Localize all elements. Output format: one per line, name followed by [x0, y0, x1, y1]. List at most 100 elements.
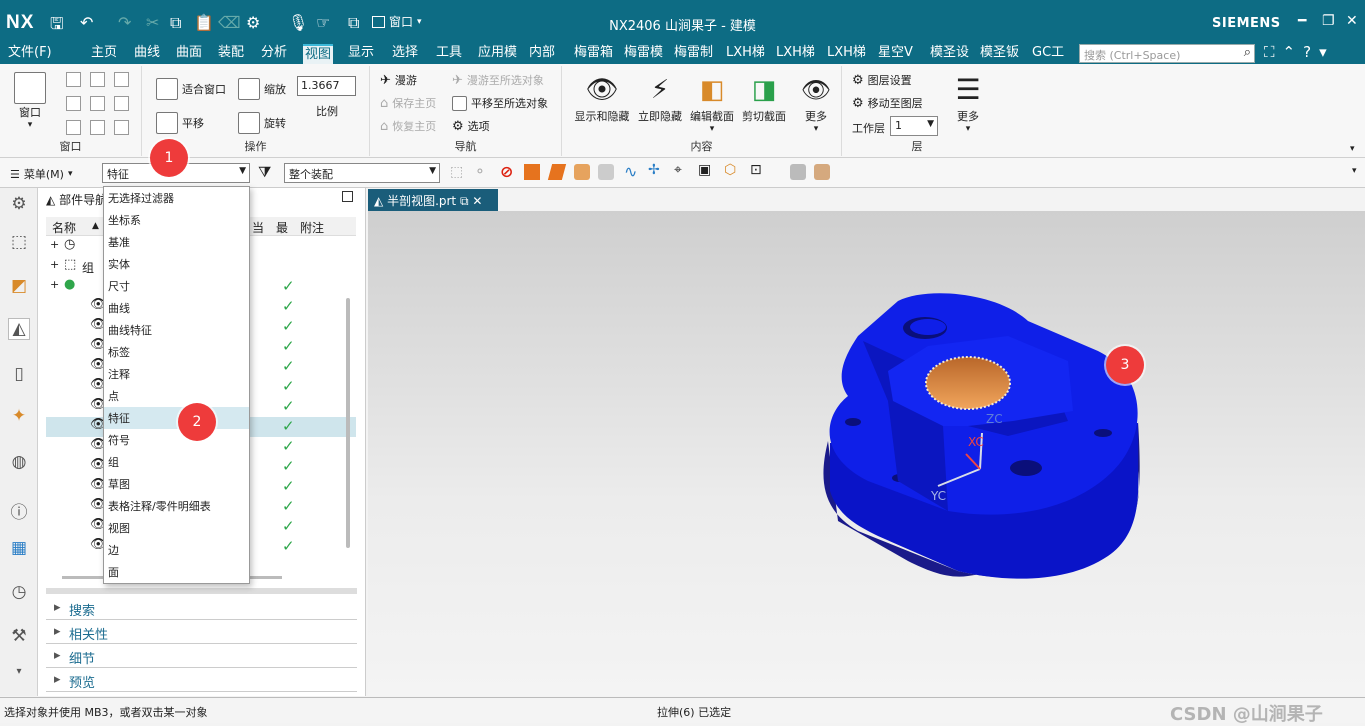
curve-filter-icon[interactable]: ∿	[624, 162, 637, 181]
filter-option[interactable]: 实体	[104, 253, 249, 275]
show-hide-button[interactable]: 👁 显示和隐藏	[570, 72, 634, 124]
tab-part-file[interactable]: ◭ 半剖视图.prt ⧉ ✕	[368, 189, 498, 211]
column-name[interactable]: 名称	[52, 219, 76, 236]
filter-option[interactable]: 曲线特征	[104, 319, 249, 341]
select-all-icon[interactable]: ⬚	[450, 164, 463, 180]
panel-section[interactable]: ▸ 预览	[46, 670, 357, 692]
expand-icon[interactable]: +	[50, 258, 59, 271]
minimize-icon[interactable]: ━	[1298, 13, 1306, 29]
menu-item[interactable]: 应用模	[476, 44, 519, 64]
menu-item[interactable]: 分析	[259, 44, 289, 64]
menu-item[interactable]: 工具	[434, 44, 464, 64]
roam-button[interactable]: ✈ 漫游	[380, 72, 417, 88]
body-filter-icon[interactable]	[524, 164, 540, 180]
options-button[interactable]: ⚙ 选项	[452, 118, 490, 134]
reuse-library-icon[interactable]: ▯	[8, 364, 30, 386]
search-icon[interactable]: ⌕	[1244, 45, 1251, 60]
filter-funnel-icon[interactable]: ⧩	[258, 163, 271, 181]
menu-item[interactable]: 视图	[303, 44, 334, 64]
node-icon[interactable]: ⬚	[64, 257, 76, 272]
quick-pick-icon[interactable]: ⊡	[750, 162, 762, 178]
menu-item[interactable]: 内部	[527, 44, 557, 64]
filter-option[interactable]: 边	[104, 539, 249, 561]
hd3d-icon[interactable]: ✦	[8, 406, 30, 428]
menu-item[interactable]: 选择	[390, 44, 420, 64]
menu-item[interactable]: LXH梯	[825, 44, 868, 64]
filter-option[interactable]: 无选择过滤器	[104, 187, 249, 209]
menu-item[interactable]: 显示	[346, 44, 376, 64]
ribbon-options-icon[interactable]: ▾	[1319, 43, 1327, 61]
clip-section-button[interactable]: ◨ 剪切截面	[738, 72, 790, 124]
filter-option[interactable]: 注释	[104, 363, 249, 385]
node-icon[interactable]: ◷	[64, 237, 75, 252]
popout-icon[interactable]: ⧉	[460, 194, 469, 208]
filter-option[interactable]: 标签	[104, 341, 249, 363]
end-point-icon[interactable]: ⬡	[724, 162, 736, 178]
filter-option[interactable]: 视图	[104, 517, 249, 539]
close-tab-icon[interactable]: ✕	[472, 194, 482, 208]
node-icon[interactable]: ●	[64, 277, 75, 292]
fit-window-button[interactable]: 适合窗口	[156, 78, 226, 100]
panel-section[interactable]: ▸ 细节	[46, 646, 357, 668]
web-browser-icon[interactable]: ◍	[8, 452, 30, 474]
sort-icon[interactable]: ▲	[92, 221, 99, 231]
pan-selected-button[interactable]: 平移至所选对象	[452, 95, 548, 111]
help-icon[interactable]: ?	[1303, 43, 1311, 61]
layout-grid[interactable]	[66, 72, 131, 135]
roam-selected-button[interactable]: ✈ 漫游至所选对象	[452, 72, 544, 88]
column-current[interactable]: 当	[252, 219, 264, 236]
rotate-button[interactable]: 旋转	[238, 112, 286, 134]
filter-option[interactable]: 尺寸	[104, 275, 249, 297]
toolbar-options-icon[interactable]: ▾	[1352, 166, 1357, 176]
panel-section[interactable]: ▸ 搜索	[46, 598, 357, 620]
layer-settings-button[interactable]: ⚙ 图层设置	[852, 72, 912, 88]
system-materials-icon[interactable]: ▦	[8, 538, 30, 560]
filter-option[interactable]: 表格注释/零件明细表	[104, 495, 249, 517]
snap-point-icon[interactable]: ⌖	[674, 162, 682, 178]
deselect-icon[interactable]: ⊘	[500, 162, 513, 181]
part-model[interactable]: ZC XC YC	[368, 211, 1365, 696]
panel-section[interactable]: ▸ 相关性	[46, 622, 357, 644]
column-latest[interactable]: 最	[276, 219, 288, 236]
assembly-nav-icon[interactable]: ⬚	[8, 232, 30, 254]
maximize-panel-icon[interactable]	[342, 191, 353, 202]
menu-item[interactable]: LXH梯	[774, 44, 817, 64]
filter-option[interactable]: 曲线	[104, 297, 249, 319]
close-icon[interactable]: ✕	[1346, 13, 1358, 29]
part-nav-icon[interactable]: ◭	[8, 318, 30, 340]
info-icon[interactable]: ⓘ	[8, 498, 30, 523]
menu-item[interactable]: 星空V	[876, 44, 915, 64]
history-icon[interactable]: ◷	[8, 582, 30, 604]
scale-input[interactable]: 1.3667	[297, 76, 356, 96]
pick-icon[interactable]: ▣	[698, 162, 711, 178]
move-layer-button[interactable]: ⚙ 移动至图层	[852, 95, 923, 111]
work-layer-select[interactable]: 1 ▼	[890, 116, 938, 136]
filter-option[interactable]: 坐标系	[104, 209, 249, 231]
filter-option[interactable]: 组	[104, 451, 249, 473]
menu-item[interactable]: 文件(F)	[6, 44, 54, 64]
menu-item[interactable]: LXH梯	[724, 44, 767, 64]
menu-item[interactable]: 梅雷箱	[572, 44, 615, 64]
menu-item[interactable]: 模圣钣	[978, 44, 1021, 64]
layer-more-button[interactable]: ☰ 更多 ▾	[948, 72, 988, 134]
expand-icon[interactable]: +	[50, 278, 59, 291]
view-style-icon[interactable]	[790, 164, 806, 180]
menu-item[interactable]: 梅雷模	[622, 44, 665, 64]
menu-item[interactable]: 曲线	[132, 44, 162, 64]
window-button[interactable]: 窗口 ▾	[10, 72, 50, 130]
filter-option[interactable]: 符号	[104, 429, 249, 451]
constraint-nav-icon[interactable]: ◩	[8, 276, 30, 298]
collapse-ribbon-icon[interactable]: ⌃	[1283, 43, 1296, 61]
zoom-button[interactable]: 缩放	[238, 78, 286, 100]
content-more-button[interactable]: 👁 更多 ▾	[794, 72, 838, 134]
column-notes[interactable]: 附注	[300, 219, 324, 236]
ribbon-expand-icon[interactable]: ▾	[1350, 144, 1355, 154]
solid-filter-icon[interactable]	[574, 164, 590, 180]
pan-button[interactable]: 平移	[156, 112, 204, 134]
more-resources-icon[interactable]: ▾	[8, 666, 30, 688]
menu-item[interactable]: GC工	[1030, 44, 1066, 64]
graphics-window[interactable]: ZC XC YC	[368, 211, 1365, 696]
face-filter-icon[interactable]	[547, 164, 567, 180]
sheet-filter-icon[interactable]	[598, 164, 614, 180]
expand-icon[interactable]: +	[50, 238, 59, 251]
